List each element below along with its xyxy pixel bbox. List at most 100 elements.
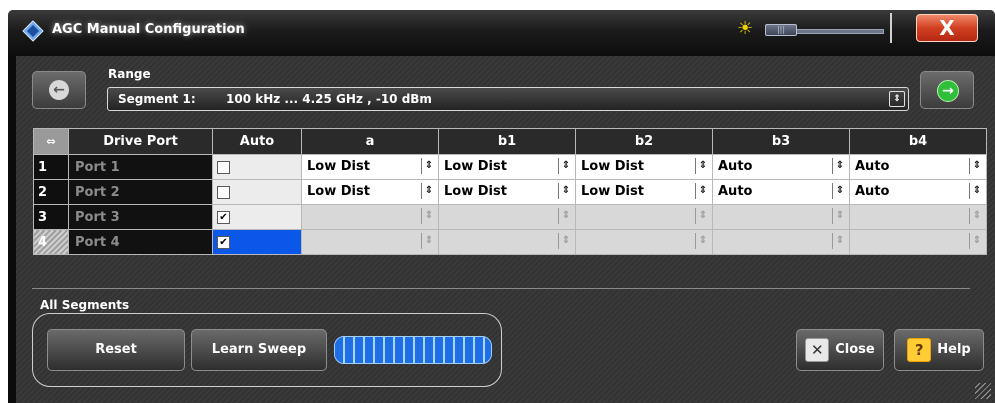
spinner-icon: ⇕ [421,233,436,249]
agc-select-b2: ⇕ [575,204,713,230]
range-spinner-icon[interactable]: ⇕ [889,91,905,107]
col-header: b1 [438,128,576,155]
spinner-icon: ⇕ [558,208,573,224]
close-button[interactable]: ✕ Close [796,329,884,371]
help-button[interactable]: ? Help [894,329,984,371]
table-corner-icon[interactable]: ⇔ [33,128,69,155]
slider-thumb[interactable]: ||| [765,24,797,36]
auto-cell[interactable] [212,154,302,180]
agc-select-b2[interactable]: Low Dist ⇕ [575,154,713,180]
col-header: Auto [212,128,302,155]
dialog-title: AGC Manual Configuration [52,22,245,37]
range-segment: Segment 1: [118,92,196,106]
agc-table: ⇔ Drive Port Auto a b1 b2 b3 b4 1 Port 1… [33,128,987,255]
spinner-icon: ⇕ [832,233,847,249]
auto-checkbox[interactable] [217,185,230,199]
agc-select-b3: ⇕ [712,229,850,255]
spinner-icon: ⇕ [969,233,984,249]
help-label: Help [937,342,971,357]
agc-select-b4[interactable]: Auto ⇕ [849,154,987,180]
agc-select-b1[interactable]: Low Dist ⇕ [438,179,576,205]
learn-sweep-button[interactable]: Learn Sweep [191,329,327,371]
spinner-icon[interactable]: ⇕ [421,183,436,199]
agc-select-a: ⇕ [301,229,439,255]
agc-select-b2: ⇕ [575,229,713,255]
col-header: b4 [849,128,987,155]
table-row: 3 Port 3 ✔ ⇕ ⇕ ⇕ ⇕ ⇕ [33,204,987,230]
agc-select-b1[interactable]: Low Dist ⇕ [438,154,576,180]
drive-port: Port 2 [68,179,213,205]
agc-select-b3[interactable]: Auto ⇕ [712,154,850,180]
drive-port: Port 4 [68,229,213,255]
agc-select-b3: ⇕ [712,204,850,230]
help-icon: ? [907,337,932,362]
close-label: Close [835,342,875,357]
drive-port: Port 3 [68,204,213,230]
learn-sweep-progress-bar [334,336,492,364]
range-value: 100 kHz ... 4.25 GHz , -10 dBm [226,92,432,106]
spinner-icon[interactable]: ⇕ [969,183,984,199]
table-row: 1 Port 1 Low Dist ⇕ Low Dist ⇕ Low Dist ⇕ A… [33,154,987,180]
spinner-icon: ⇕ [832,208,847,224]
spinner-icon: ⇕ [695,233,710,249]
reset-button[interactable]: Reset [47,329,185,371]
spinner-icon[interactable]: ⇕ [558,158,573,174]
brightness-icon: ☀ [737,18,754,39]
close-icon: ✕ [805,337,830,362]
arrow-right-icon: → [937,80,959,102]
spinner-icon: ⇕ [969,208,984,224]
table-row: 4 Port 4 ✔ ⇕ ⇕ ⇕ ⇕ ⇕ [33,229,987,255]
agc-dialog: AGC Manual Configuration ☀ ||| X ← Range… [0,0,995,403]
transparency-slider[interactable]: ||| [765,24,884,36]
spinner-icon[interactable]: ⇕ [558,183,573,199]
row-number: 3 [33,204,69,230]
range-label: Range [108,67,151,81]
auto-checkbox[interactable] [217,160,230,174]
arrow-left-icon: ← [49,80,69,100]
col-header: b3 [712,128,850,155]
agc-select-b2[interactable]: Low Dist ⇕ [575,179,713,205]
table-row: 2 Port 2 Low Dist ⇕ Low Dist ⇕ Low Dist ⇕ A… [33,179,987,205]
next-segment-button[interactable]: → [920,71,974,109]
spinner-icon[interactable]: ⇕ [832,183,847,199]
agc-select-b4: ⇕ [849,204,987,230]
agc-select-b4: ⇕ [849,229,987,255]
resize-grip-icon[interactable] [975,383,991,399]
table-header-row: ⇔ Drive Port Auto a b1 b2 b3 b4 [33,128,987,155]
auto-cell[interactable]: ✔ [212,204,302,230]
spinner-icon: ⇕ [421,208,436,224]
range-select[interactable]: Segment 1: 100 kHz ... 4.25 GHz , -10 dB… [107,87,909,111]
drive-port: Port 1 [68,154,213,180]
col-header: a [301,128,439,155]
spinner-icon: ⇕ [695,208,710,224]
progress-fill [335,337,491,363]
agc-select-a[interactable]: Low Dist ⇕ [301,154,439,180]
spinner-icon[interactable]: ⇕ [421,158,436,174]
col-header: b2 [575,128,713,155]
row-number: 1 [33,154,69,180]
spinner-icon: ⇕ [558,233,573,249]
agc-select-a[interactable]: Low Dist ⇕ [301,179,439,205]
auto-checkbox[interactable]: ✔ [217,210,230,224]
previous-segment-button[interactable]: ← [32,71,86,109]
title-separator [890,13,892,43]
rohde-schwarz-logo-icon [22,20,44,42]
window-close-button[interactable]: X [916,14,978,42]
auto-checkbox[interactable]: ✔ [217,235,230,249]
agc-select-b1: ⇕ [438,204,576,230]
all-segments-label: All Segments [40,298,130,312]
spinner-icon[interactable]: ⇕ [832,158,847,174]
row-number: 2 [33,179,69,205]
agc-select-b3[interactable]: Auto ⇕ [712,179,850,205]
agc-select-b1: ⇕ [438,229,576,255]
spinner-icon[interactable]: ⇕ [695,183,710,199]
spinner-icon[interactable]: ⇕ [969,158,984,174]
section-divider [32,288,970,289]
spinner-icon[interactable]: ⇕ [695,158,710,174]
col-header: Drive Port [68,128,213,155]
row-number: 4 [33,229,69,255]
agc-select-b4[interactable]: Auto ⇕ [849,179,987,205]
agc-select-a: ⇕ [301,204,439,230]
auto-cell[interactable]: ✔ [212,229,302,255]
auto-cell[interactable] [212,179,302,205]
